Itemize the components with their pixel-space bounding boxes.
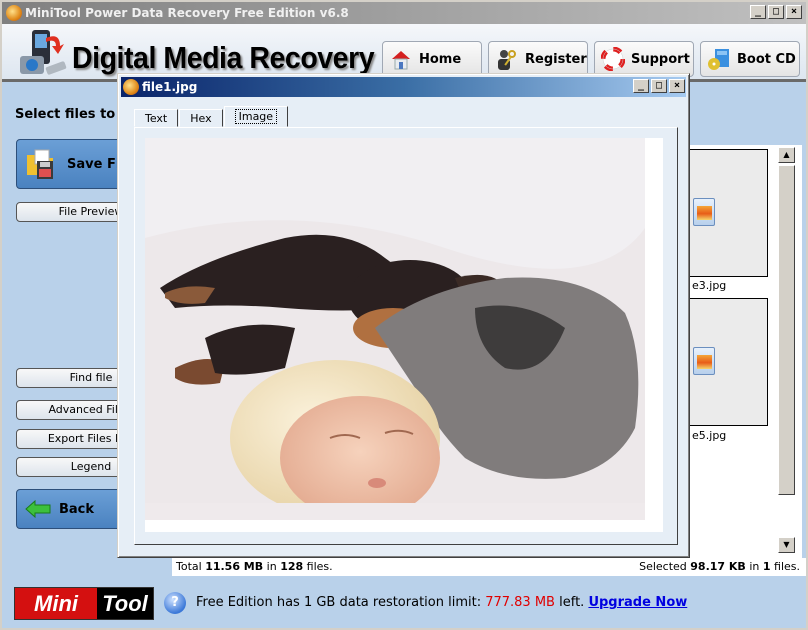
restoration-limit-text: Free Edition has 1 GB data restoration l…	[196, 595, 688, 610]
register-label: Register	[525, 51, 587, 67]
dialog-maximize-button[interactable]: □	[651, 79, 667, 93]
window-title: MiniTool Power Data Recovery Free Editio…	[25, 6, 349, 20]
minitool-logo: Mini Tool	[14, 587, 154, 620]
dialog-minimize-button[interactable]: _	[633, 79, 649, 93]
preview-tabs: Text Hex Image	[134, 106, 289, 127]
product-logo-text: Digital Media Recovery	[72, 40, 375, 75]
vertical-scrollbar[interactable]: ▲ ▼	[778, 147, 796, 555]
status-bar: Total 11.56 MB in 128 files. Selected 98…	[172, 558, 806, 576]
tab-hex[interactable]: Hex	[179, 109, 223, 127]
scroll-thumb[interactable]	[778, 165, 795, 495]
image-file-icon	[693, 198, 715, 226]
tab-image[interactable]: Image	[223, 106, 289, 127]
scroll-down-button[interactable]: ▼	[778, 537, 795, 553]
preview-image	[145, 138, 645, 520]
footer: Mini Tool ? Free Edition has 1 GB data r…	[2, 578, 806, 628]
selected-status: Selected 98.17 KB in 1 files.	[639, 560, 800, 573]
save-folder-icon	[27, 149, 53, 179]
image-frame	[145, 138, 663, 532]
minimize-button[interactable]: _	[750, 5, 766, 19]
file-preview-dialog: file1.jpg _ □ × Text Hex Image	[117, 73, 690, 558]
app-icon	[123, 79, 139, 95]
title-bar[interactable]: MiniTool Power Data Recovery Free Editio…	[2, 2, 806, 24]
home-button[interactable]: Home	[382, 41, 482, 77]
boot-cd-icon	[708, 49, 729, 70]
scroll-up-button[interactable]: ▲	[778, 147, 795, 163]
file-name: e5.jpg	[692, 429, 727, 442]
support-button[interactable]: Support	[594, 41, 694, 77]
dialog-title-bar[interactable]: file1.jpg	[121, 77, 686, 97]
close-button[interactable]: ×	[786, 5, 802, 19]
back-arrow-icon	[25, 500, 51, 518]
boot-cd-button[interactable]: Boot CD	[700, 41, 800, 77]
maximize-button[interactable]: □	[768, 5, 784, 19]
lifebuoy-icon	[601, 47, 625, 71]
app-icon	[6, 5, 22, 21]
dialog-title: file1.jpg	[142, 80, 198, 94]
tab-text[interactable]: Text	[134, 109, 179, 127]
boot-cd-label: Boot CD	[737, 51, 796, 67]
help-icon[interactable]: ?	[164, 592, 186, 614]
remaining-quota: 777.83 MB	[485, 595, 555, 610]
support-label: Support	[631, 51, 690, 67]
media-device-icon	[20, 30, 67, 75]
home-icon	[392, 51, 410, 70]
home-label: Home	[419, 51, 462, 67]
image-tab-pane	[134, 127, 678, 545]
total-status: Total 11.56 MB in 128 files.	[176, 560, 333, 573]
upgrade-now-link[interactable]: Upgrade Now	[588, 595, 687, 610]
file-name: e3.jpg	[692, 279, 727, 292]
image-file-icon	[693, 347, 715, 375]
key-user-icon	[498, 50, 516, 70]
back-label: Back	[59, 501, 95, 517]
dialog-close-button[interactable]: ×	[669, 79, 685, 93]
register-button[interactable]: Register	[488, 41, 588, 77]
